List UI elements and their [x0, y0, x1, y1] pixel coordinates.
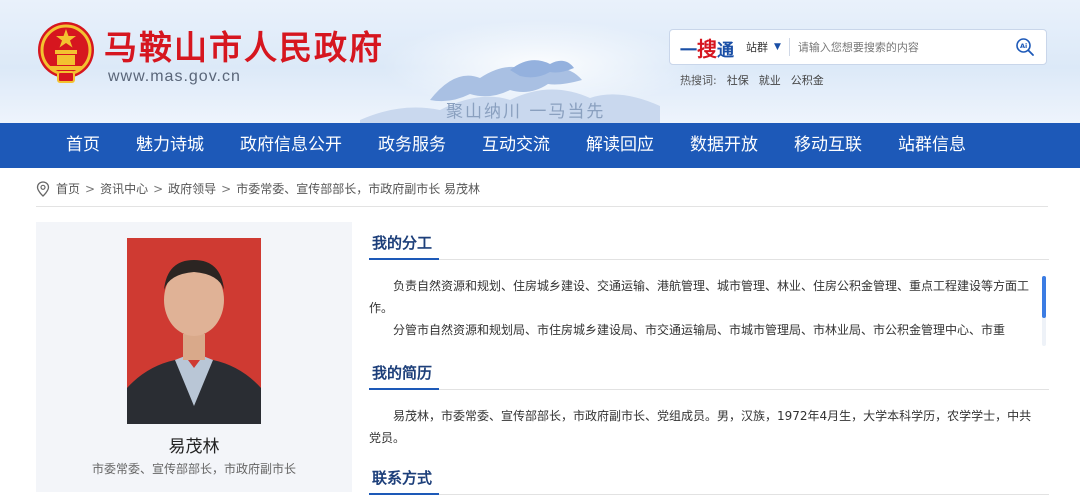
search-scope-dropdown[interactable]: 站群 ▼ — [746, 39, 781, 55]
search-brand-logo: 一搜通 — [670, 33, 734, 62]
search-ai-icon: Ai — [1016, 38, 1034, 56]
search-brand-part: 通 — [717, 40, 734, 61]
breadcrumb-separator: > — [221, 181, 232, 196]
breadcrumb-separator: > — [85, 181, 96, 196]
nav-item-gov-info[interactable]: 政府信息公开 — [222, 123, 360, 168]
breadcrumb: 首页 > 资讯中心 > 政府领导 > 市委常委、宣传部部长，市政府副市长 易茂林 — [36, 180, 480, 197]
breadcrumb-divider — [36, 206, 1048, 207]
breadcrumb-separator: > — [153, 181, 164, 196]
nav-item-interaction[interactable]: 互动交流 — [464, 123, 568, 168]
leader-portrait — [127, 238, 261, 424]
hot-word-link[interactable]: 就业 — [759, 72, 781, 88]
breadcrumb-news-center[interactable]: 资讯中心 — [100, 180, 148, 197]
chevron-down-icon: ▼ — [774, 42, 781, 52]
duty-section-title: 我的分工 — [372, 234, 433, 252]
resume-section-title: 我的简历 — [372, 364, 433, 382]
hot-search-words: 热搜词: 社保 就业 公积金 — [680, 72, 824, 88]
breadcrumb-gov-leaders[interactable]: 政府领导 — [168, 180, 216, 197]
duty-scroll-area[interactable]: 负责自然资源和规划、住房城乡建设、交通运输、港航管理、城市管理、林业、住房公积金… — [369, 275, 1049, 345]
contact-section-title: 联系方式 — [372, 469, 433, 487]
profile-card: 易茂林 市委常委、宣传部部长，市政府副市长 — [36, 222, 352, 492]
svg-text:Ai: Ai — [1020, 42, 1027, 50]
nav-item-mobile[interactable]: 移动互联 — [776, 123, 880, 168]
site-url: www.mas.gov.cn — [108, 68, 241, 85]
hot-word-link[interactable]: 公积金 — [791, 72, 824, 88]
leader-name: 易茂林 — [168, 437, 220, 457]
section-title-underline — [369, 258, 439, 260]
resume-paragraph: 易茂林，市委常委、宣传部部长，市政府副市长、党组成员。男，汉族，1972年4月生… — [369, 409, 1032, 445]
location-pin-icon — [36, 180, 50, 197]
portrait-illustration — [127, 238, 261, 424]
hot-word-link[interactable]: 社保 — [727, 72, 749, 88]
search-scope-label: 站群 — [746, 41, 768, 54]
search-brand-part: 搜 — [697, 36, 717, 61]
nav-item-charm-city[interactable]: 魅力诗城 — [118, 123, 222, 168]
duty-section-header: 我的分工 — [369, 230, 1049, 260]
duty-paragraph-1: 负责自然资源和规划、住房城乡建设、交通运输、港航管理、城市管理、林业、住房公积金… — [369, 279, 1030, 315]
site-title[interactable]: 马鞍山市人民政府 — [104, 21, 384, 69]
nav-item-interpretation[interactable]: 解读回应 — [568, 123, 672, 168]
breadcrumb-home[interactable]: 首页 — [56, 180, 80, 197]
duty-scrollbar-thumb[interactable] — [1042, 276, 1046, 318]
national-emblem-icon — [38, 22, 94, 83]
duty-paragraph-2: 分管市自然资源和规划局、市住房城乡建设局、市交通运输局、市城市管理局、市林业局、… — [393, 323, 1006, 337]
contact-section-header: 联系方式 — [369, 465, 1049, 495]
nav-item-open-data[interactable]: 数据开放 — [672, 123, 776, 168]
search-input[interactable] — [797, 40, 1010, 54]
nav-item-home[interactable]: 首页 — [48, 123, 118, 168]
banner-slogan: 聚山纳川 一马当先 — [446, 102, 606, 122]
nav-item-site-group[interactable]: 站群信息 — [880, 123, 984, 168]
search-divider — [788, 38, 790, 56]
section-title-underline — [369, 388, 439, 390]
breadcrumb-current: 市委常委、宣传部部长，市政府副市长 易茂林 — [236, 182, 481, 196]
resume-section-header: 我的简历 — [369, 360, 1049, 390]
main-nav: 首页 魅力诗城 政府信息公开 政务服务 互动交流 解读回应 数据开放 移动互联 … — [0, 123, 1080, 168]
search-box: 一搜通 站群 ▼ Ai — [669, 29, 1047, 65]
nav-item-gov-services[interactable]: 政务服务 — [360, 123, 464, 168]
leader-title: 市委常委、宣传部部长，市政府副市长 — [91, 462, 296, 476]
header-banner: 聚山纳川 一马当先 马鞍山市人民政府 www.mas.gov.cn 一搜通 站群… — [0, 0, 1080, 123]
hot-search-label: 热搜词: — [680, 74, 717, 87]
search-brand-part: 一 — [680, 40, 697, 61]
search-button[interactable]: Ai — [1010, 32, 1040, 62]
